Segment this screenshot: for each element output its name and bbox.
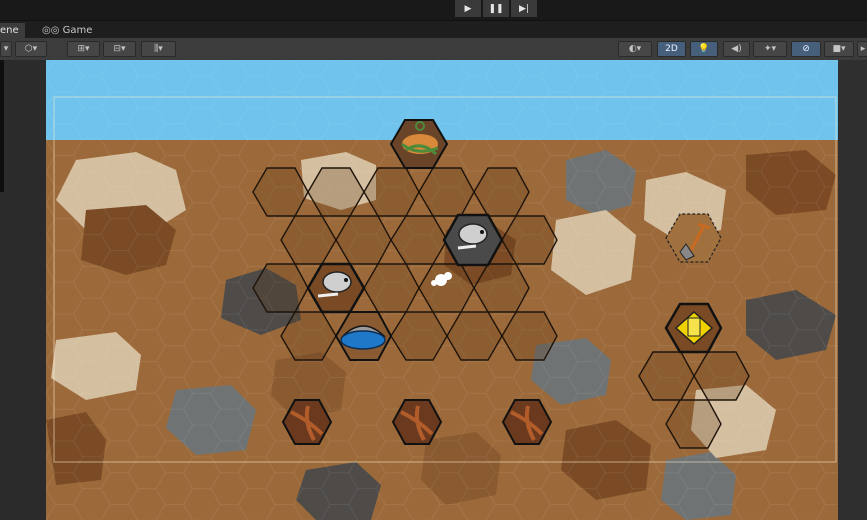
tab-scene-label: ene bbox=[0, 25, 19, 36]
mole-collectible-1 bbox=[442, 213, 504, 267]
play-mode-bar: ▶ ❚❚ ▶| bbox=[0, 0, 867, 20]
root-tiles bbox=[281, 399, 553, 445]
lighting-toggle[interactable]: 💡 bbox=[690, 41, 718, 57]
cube-icon: ⬡▾ bbox=[24, 44, 38, 54]
sphere-icon: ◐▾ bbox=[628, 44, 642, 54]
scene-toolbar: ▾ ⬡▾ ⊞▾ ⊟▾ ⫼▾ ◐▾ 2D 💡 ◀) ✦▾ ⊘ ■▾ ▸ bbox=[0, 38, 867, 61]
mole-collectible-2 bbox=[306, 262, 366, 314]
chevron-down-icon: ▾ bbox=[3, 44, 9, 54]
dig-hex-cells bbox=[252, 167, 558, 361]
visibility-toggle[interactable]: ⊘ bbox=[791, 41, 821, 57]
hidden-eye-icon: ⊘ bbox=[802, 44, 810, 54]
ruler-icon: ⫼▾ bbox=[154, 44, 163, 54]
grid-icon: ⊞▾ bbox=[77, 44, 90, 54]
gizmo-icon: ▸ bbox=[860, 44, 866, 54]
grid-dropdown[interactable]: ⊞▾ bbox=[67, 41, 100, 57]
lightbulb-icon: 💡 bbox=[698, 44, 710, 54]
effects-dropdown[interactable]: ✦▾ bbox=[753, 41, 787, 57]
increment-snap-dropdown[interactable]: ⫼▾ bbox=[141, 41, 176, 57]
draw-mode-dropdown[interactable]: ⬡▾ bbox=[15, 41, 47, 57]
tool-dropdown[interactable]: ▾ bbox=[0, 41, 12, 57]
gizmos-dropdown[interactable]: ▸ bbox=[857, 41, 867, 57]
audio-toggle[interactable]: ◀) bbox=[723, 41, 750, 57]
shading-dropdown[interactable]: ◐▾ bbox=[618, 41, 652, 57]
view-2d-toggle[interactable]: 2D bbox=[657, 41, 686, 57]
pause-button[interactable]: ❚❚ bbox=[483, 0, 509, 17]
view-tab-bar: ene ◎◎ Game bbox=[0, 20, 867, 39]
tab-game[interactable]: ◎◎ Game bbox=[36, 23, 98, 39]
tab-scene[interactable]: ene bbox=[0, 23, 25, 39]
hierarchy-edge bbox=[0, 60, 4, 192]
snap-icon: ⊟▾ bbox=[113, 44, 126, 54]
view-2d-label: 2D bbox=[665, 44, 678, 54]
play-controls: ▶ ❚❚ ▶| bbox=[455, 0, 537, 17]
effects-icon: ✦▾ bbox=[763, 44, 777, 54]
play-icon: ▶ bbox=[464, 3, 472, 14]
play-button[interactable]: ▶ bbox=[455, 0, 481, 17]
camera-dropdown[interactable]: ■▾ bbox=[824, 41, 854, 57]
scene-viewport[interactable] bbox=[46, 60, 838, 520]
tab-game-label: Game bbox=[62, 25, 93, 36]
camera-icon: ■▾ bbox=[832, 44, 846, 54]
right-gutter bbox=[838, 60, 867, 520]
left-gutter bbox=[0, 60, 46, 520]
step-icon: ▶| bbox=[519, 3, 529, 14]
speaker-icon: ◀) bbox=[731, 44, 742, 54]
snap-dropdown[interactable]: ⊟▾ bbox=[103, 41, 136, 57]
gamepad-icon: ◎◎ bbox=[42, 25, 60, 36]
pause-icon: ❚❚ bbox=[488, 3, 504, 14]
step-button[interactable]: ▶| bbox=[511, 0, 537, 17]
